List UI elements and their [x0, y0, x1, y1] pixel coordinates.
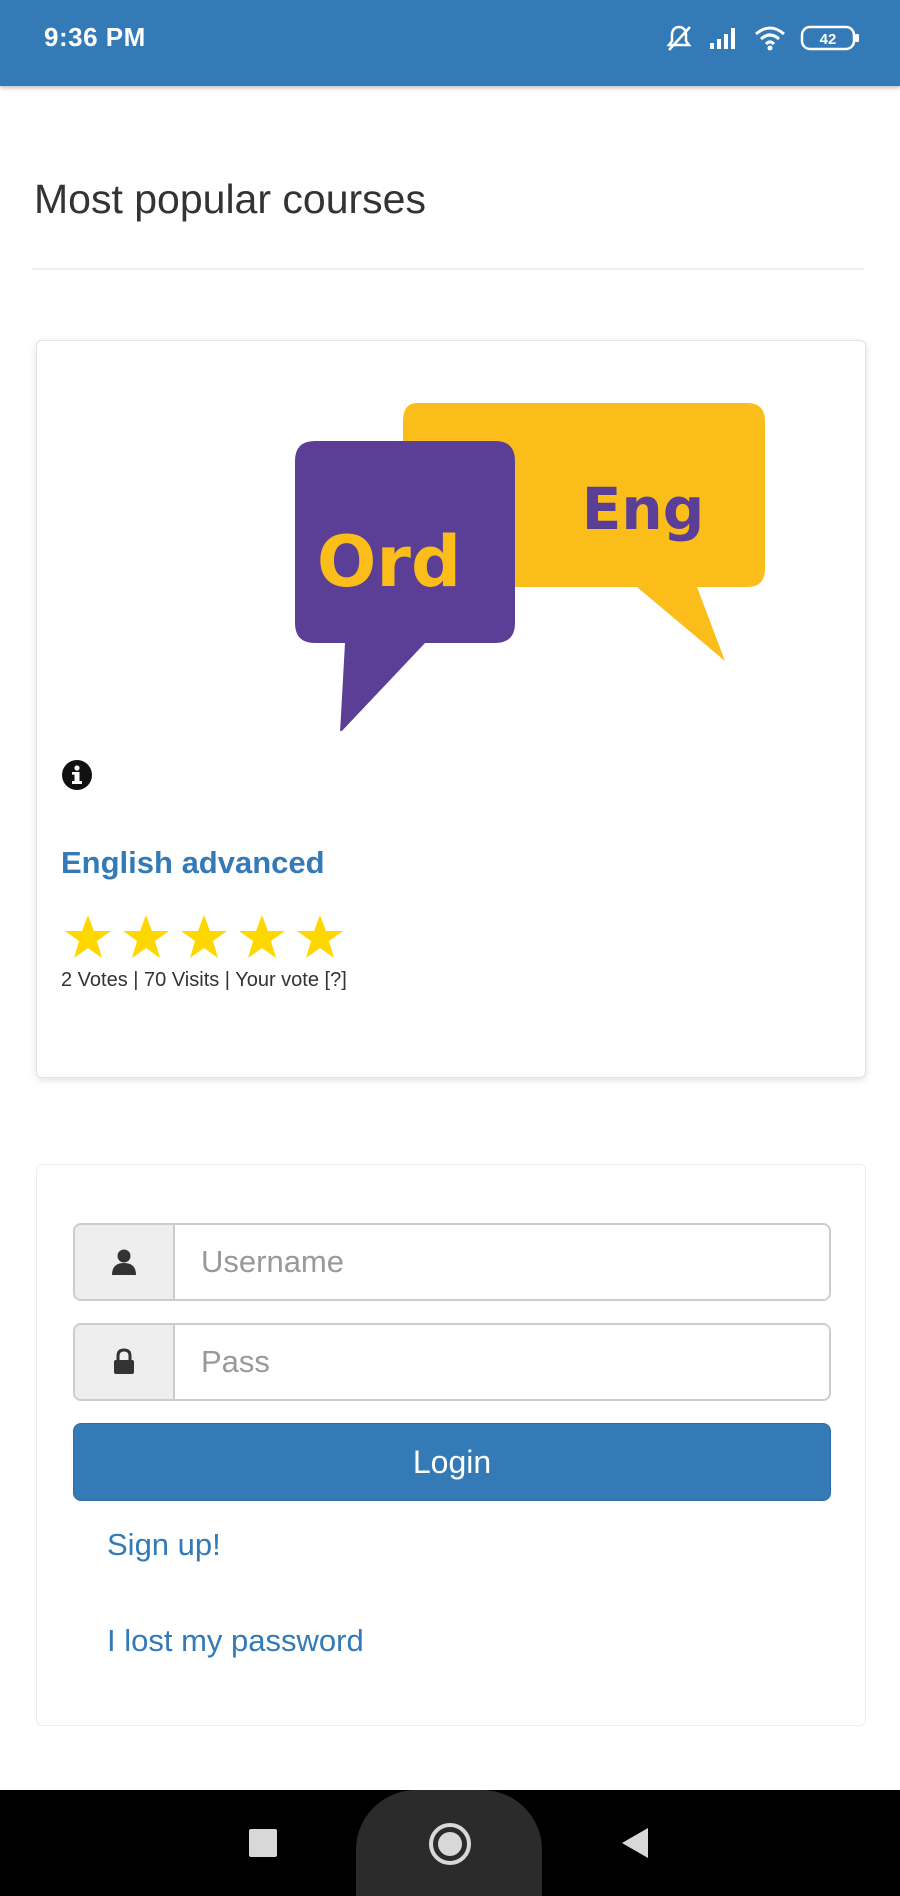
navigation-bar — [0, 1790, 900, 1896]
star-icon[interactable] — [237, 913, 287, 961]
user-icon — [75, 1225, 175, 1299]
recents-square-icon[interactable] — [248, 1828, 278, 1863]
vote-stats: 2 Votes | 70 Visits | Your vote [?] — [61, 969, 347, 991]
battery-icon: 42 — [800, 24, 862, 52]
battery-level: 42 — [820, 31, 837, 48]
notifications-off-icon — [664, 23, 694, 53]
logo-left-text: Ord — [317, 521, 461, 603]
status-time: 9:36 PM — [44, 22, 146, 52]
password-group — [73, 1323, 831, 1401]
star-icon[interactable] — [295, 913, 345, 961]
signup-link[interactable]: Sign up! — [107, 1527, 221, 1563]
course-card: Ord Eng English advanced 2 Votes | 70 Vi… — [36, 340, 866, 1078]
password-input[interactable] — [175, 1325, 829, 1399]
lost-password-link[interactable]: I lost my password — [107, 1623, 364, 1659]
status-icons: 42 — [664, 20, 862, 56]
star-icon[interactable] — [179, 913, 229, 961]
page-title: Most popular courses — [34, 176, 426, 222]
star-icon[interactable] — [121, 913, 171, 961]
login-panel: Login Sign up! I lost my password — [36, 1164, 866, 1726]
info-circle-icon[interactable] — [61, 759, 93, 796]
ordeng-logo-icon[interactable]: Ord Eng — [295, 391, 775, 736]
rating-stars[interactable] — [63, 913, 345, 961]
logo-right-text: Eng — [582, 475, 704, 543]
username-input[interactable] — [175, 1225, 829, 1299]
star-icon[interactable] — [63, 913, 113, 961]
course-title-link[interactable]: English advanced — [61, 845, 325, 881]
status-bar: 9:36 PM 42 — [0, 0, 900, 86]
login-button[interactable]: Login — [73, 1423, 831, 1501]
signal-icon — [708, 25, 740, 51]
home-circle-icon[interactable] — [428, 1822, 472, 1871]
lock-icon — [75, 1325, 175, 1399]
username-group — [73, 1223, 831, 1301]
wifi-icon — [754, 25, 786, 51]
back-triangle-icon[interactable] — [620, 1826, 650, 1865]
title-divider — [32, 268, 864, 270]
